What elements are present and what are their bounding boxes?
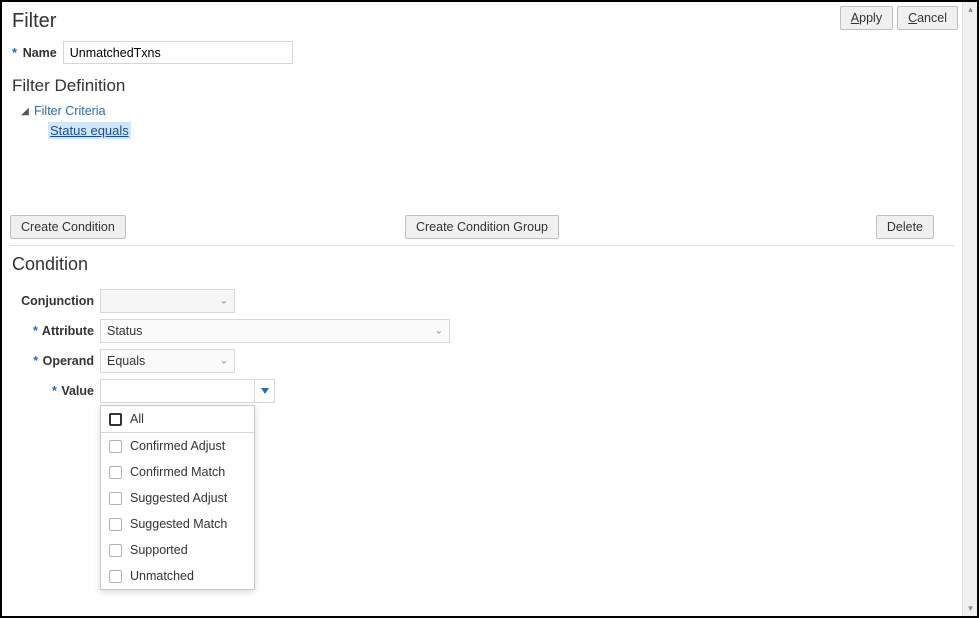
value-option-label: Supported (130, 543, 188, 557)
value-option[interactable]: Suggested Adjust (101, 485, 254, 511)
value-option[interactable]: Unmatched (101, 563, 254, 589)
value-option-label: Confirmed Match (130, 465, 225, 479)
chevron-down-icon: ⌄ (220, 296, 228, 307)
attribute-select[interactable]: Status ⌄ (100, 319, 450, 343)
checkbox-icon (109, 544, 122, 557)
scroll-up-icon[interactable]: ▴ (963, 2, 978, 17)
value-option[interactable]: Suggested Match (101, 511, 254, 537)
operand-label: * Operand (10, 354, 100, 368)
checkbox-icon (109, 492, 122, 505)
conjunction-label: Conjunction (10, 294, 100, 308)
create-condition-group-button[interactable]: Create Condition Group (405, 215, 559, 239)
value-option-label: Confirmed Adjust (130, 439, 225, 453)
value-option[interactable]: Confirmed Match (101, 459, 254, 485)
checkbox-icon (109, 518, 122, 531)
attribute-label: * Attribute (10, 324, 100, 338)
chevron-down-icon: ⌄ (435, 326, 443, 337)
vertical-scrollbar[interactable]: ▴ ▾ (962, 2, 977, 616)
create-condition-button[interactable]: Create Condition (10, 215, 126, 239)
tree-node-selected[interactable]: Status equals (48, 122, 131, 139)
apply-button[interactable]: Apply (840, 6, 893, 30)
scrollbar-track[interactable] (963, 17, 977, 601)
operand-select[interactable]: Equals ⌄ (100, 349, 235, 373)
condition-title: Condition (12, 254, 954, 275)
delete-button[interactable]: Delete (876, 215, 934, 239)
value-option-label: Suggested Adjust (130, 491, 227, 505)
attribute-value: Status (107, 324, 142, 338)
chevron-down-icon: ⌄ (220, 356, 228, 367)
value-option-label: Suggested Match (130, 517, 227, 531)
filter-criteria-tree: ◢ Filter Criteria Status equals (20, 102, 954, 139)
value-option-label: Unmatched (130, 569, 194, 583)
cancel-button[interactable]: Cancel (897, 6, 958, 30)
operand-value: Equals (107, 354, 145, 368)
triangle-down-icon (261, 388, 269, 394)
filter-definition-title: Filter Definition (12, 76, 954, 96)
value-input[interactable] (100, 379, 255, 403)
tree-root[interactable]: ◢ Filter Criteria (20, 102, 954, 120)
conjunction-select[interactable]: ⌄ (100, 289, 235, 313)
value-option-label: All (130, 412, 144, 426)
checkbox-icon (109, 466, 122, 479)
value-option[interactable]: All (101, 406, 254, 433)
value-option[interactable]: Confirmed Adjust (101, 433, 254, 459)
name-label: * Name (12, 45, 57, 60)
checkbox-icon (109, 413, 122, 426)
value-option[interactable]: Supported (101, 537, 254, 563)
checkbox-icon (109, 440, 122, 453)
tree-root-label[interactable]: Filter Criteria (34, 104, 106, 118)
scroll-down-icon[interactable]: ▾ (963, 601, 978, 616)
name-input[interactable] (63, 41, 293, 64)
value-label: * Value (10, 384, 100, 398)
checkbox-icon (109, 570, 122, 583)
value-dropdown-button[interactable] (255, 379, 275, 403)
tree-collapse-icon[interactable]: ◢ (20, 106, 30, 117)
page-title: Filter (12, 10, 954, 33)
value-dropdown-list: All Confirmed Adjust Confirmed Match Sugges… (100, 405, 255, 590)
